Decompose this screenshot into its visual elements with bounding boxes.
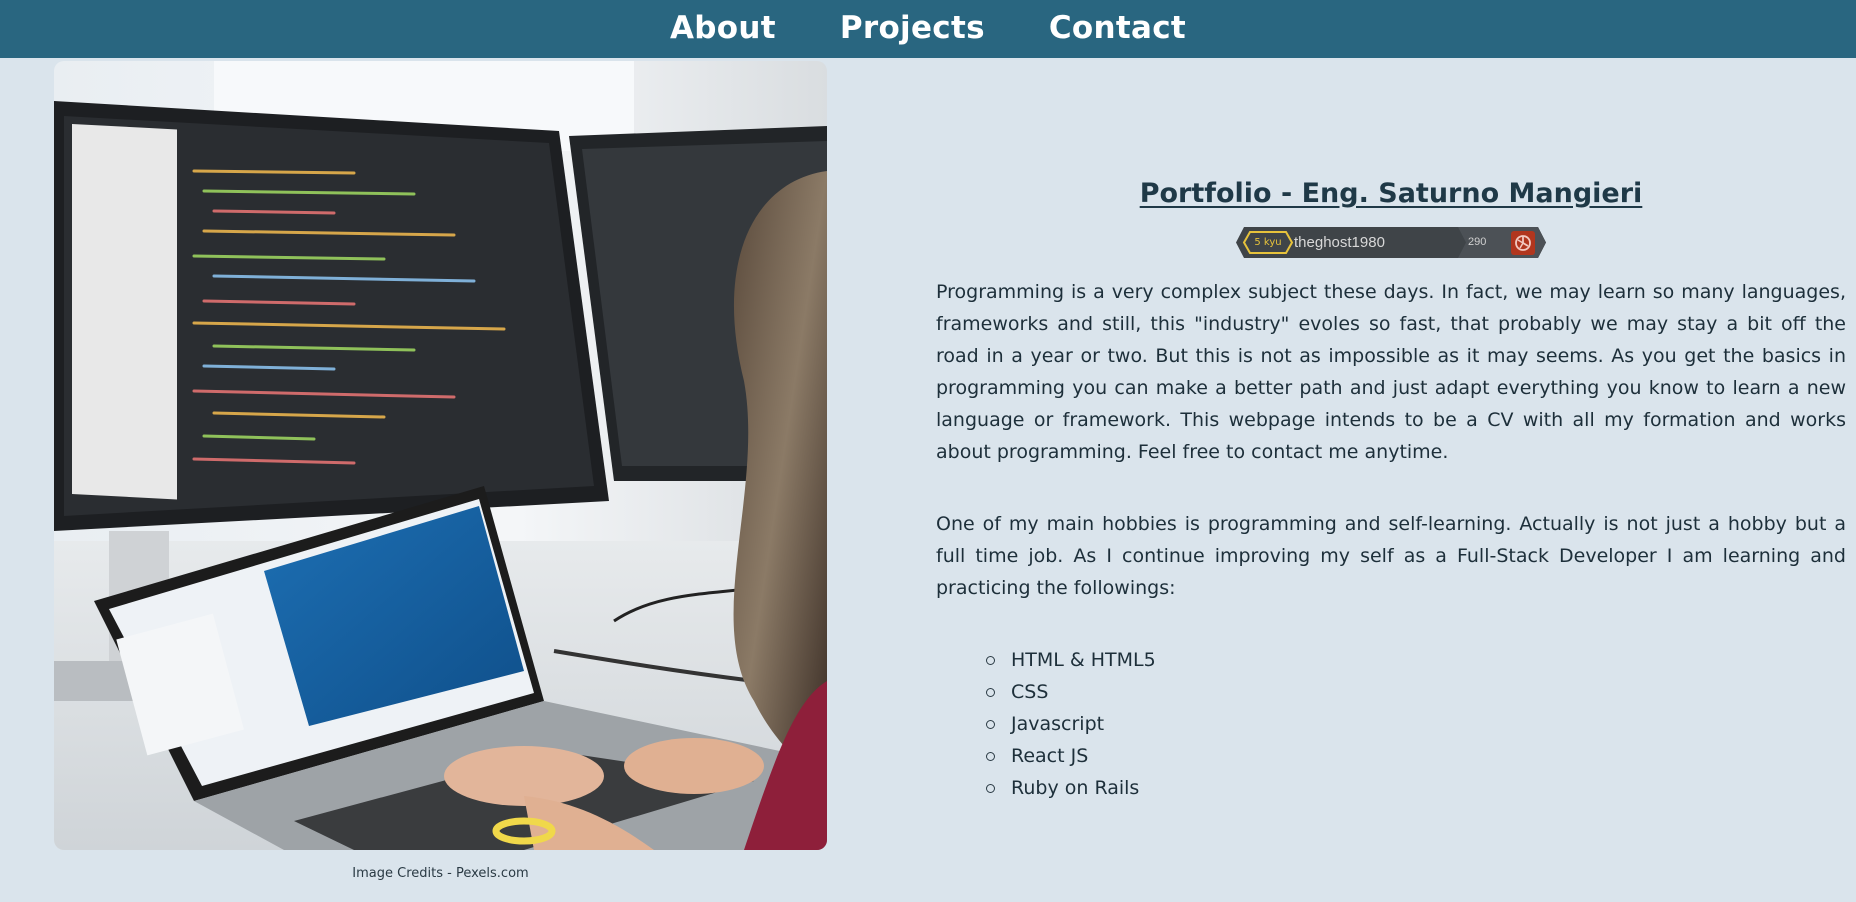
skill-label: React JS bbox=[1011, 745, 1089, 767]
list-item: Javascript bbox=[986, 708, 1846, 740]
list-item: CSS bbox=[986, 676, 1846, 708]
bullet-icon bbox=[986, 719, 995, 729]
page-title: Portfolio - Eng. Saturno Mangieri bbox=[1139, 178, 1643, 209]
list-item: HTML & HTML5 bbox=[986, 644, 1846, 676]
skill-label: Javascript bbox=[1011, 713, 1105, 735]
skill-label: CSS bbox=[1011, 681, 1049, 703]
main-content: Portfolio - Eng. Saturno Mangieri 5 kyu … bbox=[936, 178, 1846, 804]
rank-label: 5 kyu bbox=[1254, 237, 1282, 248]
bullet-icon bbox=[986, 687, 995, 697]
codewars-badge-row: 5 kyu theghost1980 290 bbox=[936, 227, 1846, 258]
skill-label: HTML & HTML5 bbox=[1011, 649, 1156, 671]
nav-contact-link[interactable]: Contact bbox=[1049, 10, 1186, 48]
top-navbar: About Projects Contact bbox=[0, 0, 1856, 58]
image-credits: Image Credits - Pexels.com bbox=[352, 866, 529, 881]
list-item: React JS bbox=[986, 740, 1846, 772]
skills-list: HTML & HTML5 CSS Javascript React JS Rub… bbox=[936, 644, 1846, 804]
hero-photo bbox=[54, 61, 827, 850]
nav-about-link[interactable]: About bbox=[670, 10, 776, 48]
skill-label: Ruby on Rails bbox=[1011, 777, 1140, 799]
codewars-badge[interactable]: 5 kyu theghost1980 290 bbox=[1236, 227, 1546, 258]
hobbies-paragraph: One of my main hobbies is programming an… bbox=[936, 513, 1846, 599]
bullet-icon bbox=[986, 783, 995, 793]
nav-projects-link[interactable]: Projects bbox=[840, 10, 985, 48]
username-label: theghost1980 bbox=[1294, 234, 1385, 251]
honor-count: 290 bbox=[1468, 236, 1487, 248]
intro-paragraph: Programming is a very complex subject th… bbox=[936, 281, 1846, 463]
codewars-logo-icon bbox=[1511, 231, 1535, 255]
bullet-icon bbox=[986, 751, 995, 761]
list-item: Ruby on Rails bbox=[986, 772, 1846, 804]
bullet-icon bbox=[986, 655, 995, 665]
